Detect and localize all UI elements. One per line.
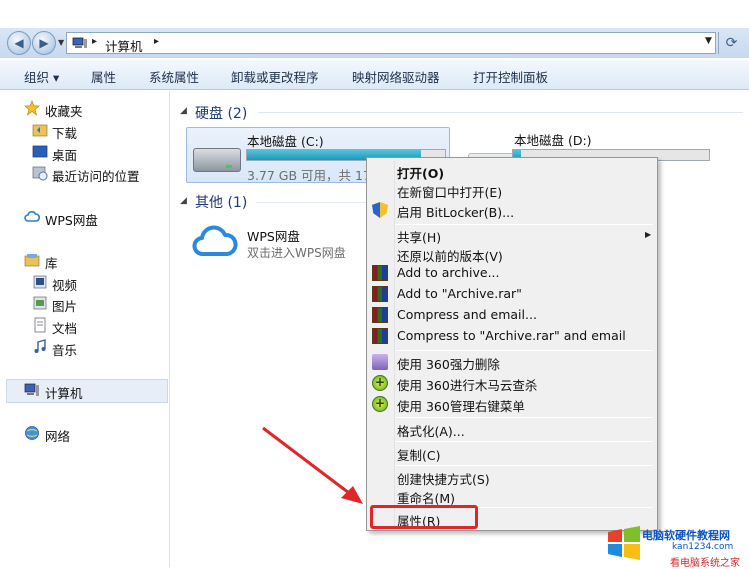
address-bar-area: ◀ ▶ ▼ ▸ 计算机 ▸ ▼ ⟳ [0,28,749,58]
wps-cloud-icon [24,211,40,222]
site-watermark: 电脑软硬件教程网 kan1234.com 看电脑系统之家 [600,521,749,569]
sidebar-item-computer[interactable]: 计算机 [45,383,83,402]
sidebar-item-downloads[interactable]: 下载 [52,123,77,142]
properties-button[interactable]: 属性 [91,67,116,86]
system-properties-button[interactable]: 系统属性 [149,67,199,86]
menu-open-new-window[interactable]: 在新窗口中打开(E) [397,182,502,201]
control-panel-button[interactable]: 打开控制面板 [473,67,548,86]
breadcrumb-separator[interactable]: ▸ [154,36,159,47]
menu-open[interactable]: 打开(O) [397,163,444,182]
download-folder-icon [32,124,48,137]
command-toolbar: 组织 ▾ 属性 系统属性 卸载或更改程序 映射网络驱动器 打开控制面板 [0,60,749,90]
sidebar-item-network[interactable]: 网络 [45,426,70,445]
uninstall-button[interactable]: 卸载或更改程序 [231,67,319,86]
windows-logo-icon [608,526,640,560]
sidebar-item-recent[interactable]: 最近访问的位置 [52,166,140,185]
winrar-icon [372,286,388,302]
menu-compress-rar-email[interactable]: Compress to "Archive.rar" and email [397,328,626,343]
sidebar-item-videos[interactable]: 视频 [52,275,77,294]
uac-shield-icon [372,202,388,218]
drive-c-free-space: 3.77 GB 可用，共 17 [247,168,371,183]
library-icon [24,254,40,267]
hard-disks-header[interactable]: 硬盘 (2) [195,103,247,123]
sidebar-item-documents[interactable]: 文档 [52,318,77,337]
hard-drive-icon [193,148,241,172]
navigation-pane: 收藏夹 下载 桌面 最近访问的位置 WPS网盘 库 视频 图片 文档 音乐 计算… [0,91,170,567]
menu-format[interactable]: 格式化(A)... [397,421,465,440]
address-box[interactable]: ▸ 计算机 ▸ [66,32,716,54]
360-icon: + [372,375,388,391]
other-header[interactable]: 其他 (1) [195,192,247,212]
address-history-dropdown[interactable]: ▼ [705,36,712,46]
music-library-icon [34,339,46,353]
network-icon [25,426,39,440]
menu-add-archive-rar[interactable]: Add to "Archive.rar" [397,286,522,301]
star-icon [24,100,40,116]
watermark-title: 电脑软硬件教程网 [642,529,730,542]
document-library-icon [34,317,46,333]
breadcrumb-separator[interactable]: ▸ [92,36,97,47]
winrar-icon [372,307,388,323]
sidebar-item-pictures[interactable]: 图片 [52,296,77,315]
wps-drive-title[interactable]: WPS网盘 [247,226,300,245]
computer-icon [24,383,39,396]
winrar-icon [372,265,388,281]
winrar-icon [372,328,388,344]
menu-restore-versions[interactable]: 还原以前的版本(V) [397,246,503,265]
context-menu: 打开(O) 在新窗口中打开(E) 启用 BitLocker(B)... 共享(H… [366,157,658,531]
menu-create-shortcut[interactable]: 创建快捷方式(S) [397,469,490,488]
recent-places-icon [32,166,48,181]
menu-share[interactable]: 共享(H) [397,227,441,246]
organize-button[interactable]: 组织 ▾ [24,67,59,86]
submenu-arrow-icon: ▶ [645,230,652,239]
menu-360-manage[interactable]: 使用 360管理右键菜单 [397,396,525,415]
forward-button[interactable]: ▶ [32,31,56,55]
red-arrow-annotation [262,426,363,504]
360-icon: + [372,396,388,412]
video-library-icon [33,275,47,289]
breadcrumb-computer[interactable]: 计算机 [105,36,143,55]
recent-pages-dropdown[interactable]: ▼ [58,38,64,47]
sidebar-item-favorites[interactable]: 收藏夹 [45,101,83,120]
section-divider [258,112,743,113]
menu-360-shred[interactable]: 使用 360强力删除 [397,354,500,373]
wps-cloud-icon[interactable] [192,222,238,262]
drive-d-name[interactable]: 本地磁盘 (D:) [514,130,592,149]
map-drive-button[interactable]: 映射网络驱动器 [352,67,440,86]
drive-c-name: 本地磁盘 (C:) [247,134,324,149]
sidebar-item-wps-drive[interactable]: WPS网盘 [45,210,98,229]
sidebar-item-desktop[interactable]: 桌面 [52,145,77,164]
menu-bitlocker[interactable]: 启用 BitLocker(B)... [397,202,514,221]
computer-icon [72,37,87,48]
collapse-other-icon[interactable]: ◢ [180,196,187,206]
section-divider [256,202,366,203]
menu-360-scan[interactable]: 使用 360进行木马云查杀 [397,375,537,394]
picture-library-icon [33,296,47,310]
wps-drive-subtitle: 双击进入WPS网盘 [247,246,346,260]
360-shredder-icon [372,354,388,370]
desktop-icon [32,145,48,158]
watermark-url: kan1234.com [672,542,734,552]
menu-compress-email[interactable]: Compress and email... [397,307,537,322]
back-button[interactable]: ◀ [7,31,31,55]
collapse-hard-disks-icon[interactable]: ◢ [180,106,187,116]
sidebar-item-libraries[interactable]: 库 [45,253,58,272]
menu-add-archive[interactable]: Add to archive... [397,265,500,280]
properties-highlight-box [370,505,478,529]
sidebar-item-music[interactable]: 音乐 [52,340,77,359]
refresh-button[interactable]: ⟳ [718,32,744,54]
menu-copy[interactable]: 复制(C) [397,445,440,464]
